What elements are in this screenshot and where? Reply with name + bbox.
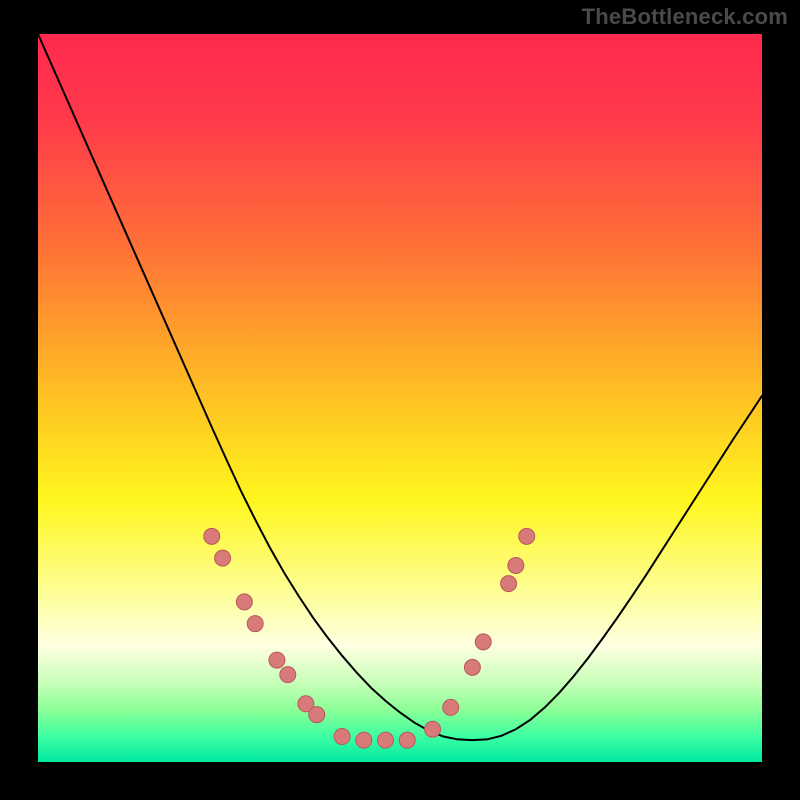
plot-area: [38, 34, 762, 762]
data-marker: [236, 594, 252, 610]
data-marker: [334, 729, 350, 745]
data-marker: [269, 652, 285, 668]
data-marker: [519, 528, 535, 544]
data-marker: [280, 667, 296, 683]
data-marker: [425, 721, 441, 737]
data-marker: [475, 634, 491, 650]
data-marker: [501, 576, 517, 592]
plot-svg: [38, 34, 762, 762]
data-marker: [204, 528, 220, 544]
chart-frame: TheBottleneck.com: [0, 0, 800, 800]
watermark-text: TheBottleneck.com: [582, 4, 788, 30]
gradient-background: [38, 34, 762, 762]
data-marker: [508, 557, 524, 573]
data-marker: [215, 550, 231, 566]
data-marker: [399, 732, 415, 748]
data-marker: [356, 732, 372, 748]
data-marker: [378, 732, 394, 748]
data-marker: [247, 616, 263, 632]
data-marker: [309, 707, 325, 723]
data-marker: [464, 659, 480, 675]
data-marker: [443, 699, 459, 715]
